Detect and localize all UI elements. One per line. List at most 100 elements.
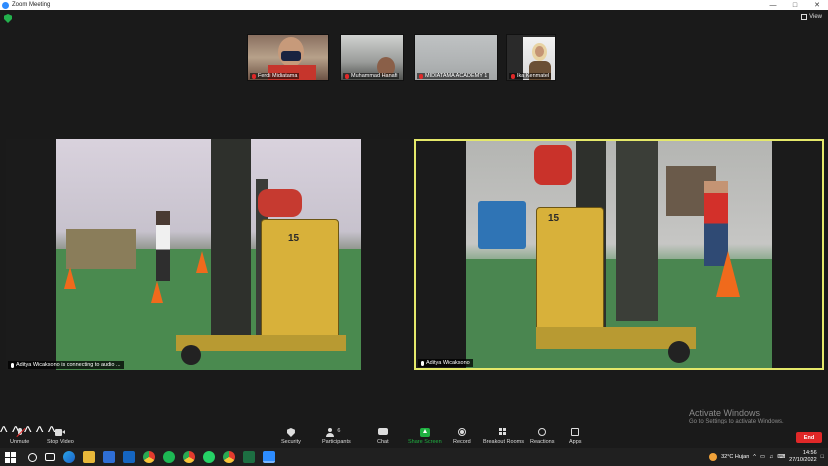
zoom-taskbar-icon[interactable]: [263, 451, 275, 463]
participant-label: Muhammad Hanafi: [343, 73, 400, 79]
stop-video-button[interactable]: Stop Video: [47, 428, 74, 445]
reactions-button[interactable]: Reactions: [530, 428, 554, 445]
chrome-icon[interactable]: [183, 451, 195, 463]
forklift-mast: [616, 141, 658, 321]
participant-face: [535, 46, 544, 57]
traffic-cone: [151, 281, 163, 303]
muted-mic-icon: [252, 73, 256, 79]
mic-icon: [11, 362, 14, 368]
operator: [534, 145, 572, 185]
chrome-icon[interactable]: [223, 451, 235, 463]
spotify-icon[interactable]: [163, 451, 175, 463]
participant-thumbnail[interactable]: Ferdi Midiatama: [247, 34, 329, 81]
maximize-button[interactable]: □: [784, 2, 806, 9]
muted-mic-icon: [15, 427, 26, 438]
mail-icon[interactable]: [123, 451, 135, 463]
participants-count: 6: [337, 428, 341, 434]
participants-icon: 6: [325, 428, 347, 437]
unmute-button[interactable]: Unmute: [10, 427, 29, 445]
participant-label: Ika Kenmatel: [509, 73, 552, 79]
weather-text[interactable]: 32°C Hujan: [721, 454, 749, 460]
share-screen-icon: [419, 428, 430, 437]
participant-thumbnail[interactable]: Ika Kenmatel: [506, 34, 556, 81]
forklift-body: [261, 219, 339, 349]
view-label: View: [809, 14, 822, 20]
system-tray: 32°C Hujan ^ ▭ ♫ ⌨ 14:56 27/10/2022 □: [709, 448, 828, 466]
smiley-icon: [537, 428, 547, 437]
traffic-cone: [196, 251, 208, 273]
chat-button[interactable]: Chat: [377, 428, 389, 445]
security-shield-icon: [286, 428, 296, 437]
muted-mic-icon: [511, 73, 515, 79]
traffic-cone: [716, 251, 740, 297]
main-video-left[interactable]: 15 Aditya Wicaksono is connecting to aud…: [6, 139, 410, 370]
share-screen-button[interactable]: Share Screen: [408, 428, 442, 445]
participants-button[interactable]: 6 Participants: [322, 428, 351, 445]
chat-bubble-icon: [377, 428, 388, 437]
activate-windows-title: Activate Windows: [689, 408, 761, 418]
apps-icon: [570, 428, 580, 437]
notification-icon[interactable]: □: [821, 454, 824, 460]
windows-taskbar: 32°C Hujan ^ ▭ ♫ ⌨ 14:56 27/10/2022 □: [0, 448, 828, 466]
participant-thumbnail[interactable]: MIDIATAMA ACADEMY 1: [414, 34, 498, 81]
end-meeting-button[interactable]: End: [796, 432, 822, 443]
forklift-number: 15: [288, 233, 300, 244]
whatsapp-icon[interactable]: [203, 451, 215, 463]
chat-caret[interactable]: ^: [36, 424, 44, 441]
task-view-icon[interactable]: [45, 453, 55, 461]
muted-mic-icon: [345, 73, 349, 79]
main-video-right-active-speaker[interactable]: 15 Aditya Wicaksono: [414, 139, 824, 370]
edge-browser-icon[interactable]: [63, 451, 75, 463]
shelf: [66, 229, 136, 269]
encryption-shield-icon[interactable]: [4, 14, 12, 23]
video-feed: 15: [466, 141, 772, 368]
volume-icon[interactable]: ♫: [769, 454, 773, 460]
windows-start-icon[interactable]: [5, 451, 16, 463]
network-icon[interactable]: ▭: [760, 454, 765, 460]
meeting-toolbar: Unmute ^ Stop Video ^ Security 6 Partici…: [0, 424, 828, 448]
mic-icon: [421, 360, 424, 366]
window-title: Zoom Meeting: [12, 2, 51, 8]
zoom-meeting-window: Zoom Meeting — □ ✕ View Ferdi Midiatama …: [0, 0, 828, 466]
muted-mic-icon: [419, 73, 423, 79]
participant-thumbnail[interactable]: Muhammad Hanafi: [340, 34, 404, 81]
audio-options-caret[interactable]: ^: [0, 424, 8, 441]
chevron-up-icon[interactable]: ^: [753, 454, 756, 460]
forklift-wheel: [181, 345, 201, 365]
operator: [258, 189, 302, 217]
video-feed: 15: [56, 139, 361, 370]
video-camera-icon: [55, 428, 66, 437]
forklift-base: [176, 335, 346, 351]
breakout-rooms-button[interactable]: Breakout Rooms: [483, 428, 524, 445]
video-label: Aditya Wicaksono: [418, 359, 473, 367]
apps-button[interactable]: Apps: [569, 428, 582, 445]
zoom-logo-icon: [2, 1, 9, 9]
file-explorer-icon[interactable]: [83, 451, 95, 463]
close-button[interactable]: ✕: [806, 1, 828, 9]
chrome-icon[interactable]: [143, 451, 155, 463]
participant-label: Ferdi Midiatama: [250, 73, 300, 79]
traffic-cone: [64, 267, 76, 289]
record-icon: [457, 428, 467, 437]
excel-icon[interactable]: [243, 451, 255, 463]
record-button[interactable]: Record: [453, 428, 471, 445]
video-label: Aditya Wicaksono is connecting to audio …: [8, 361, 124, 369]
grid-icon: [801, 14, 808, 20]
language-icon[interactable]: ⌨: [777, 454, 785, 460]
forklift-body: [536, 207, 604, 333]
forklift-number: 15: [548, 213, 560, 224]
forklift-wheel: [668, 341, 690, 363]
security-button[interactable]: Security: [281, 428, 301, 445]
view-button[interactable]: View: [801, 14, 822, 20]
breakout-rooms-icon: [498, 428, 508, 437]
minimize-button[interactable]: —: [762, 2, 784, 9]
store-icon[interactable]: [103, 451, 115, 463]
person: [156, 211, 170, 281]
weather-icon: [709, 453, 718, 461]
mask: [281, 51, 301, 61]
clock[interactable]: 14:56 27/10/2022: [789, 450, 817, 464]
participant-label: MIDIATAMA ACADEMY 1: [417, 73, 490, 79]
search-icon[interactable]: [28, 452, 37, 462]
title-bar: Zoom Meeting — □ ✕: [0, 0, 828, 10]
forklift-mast: [211, 139, 251, 339]
